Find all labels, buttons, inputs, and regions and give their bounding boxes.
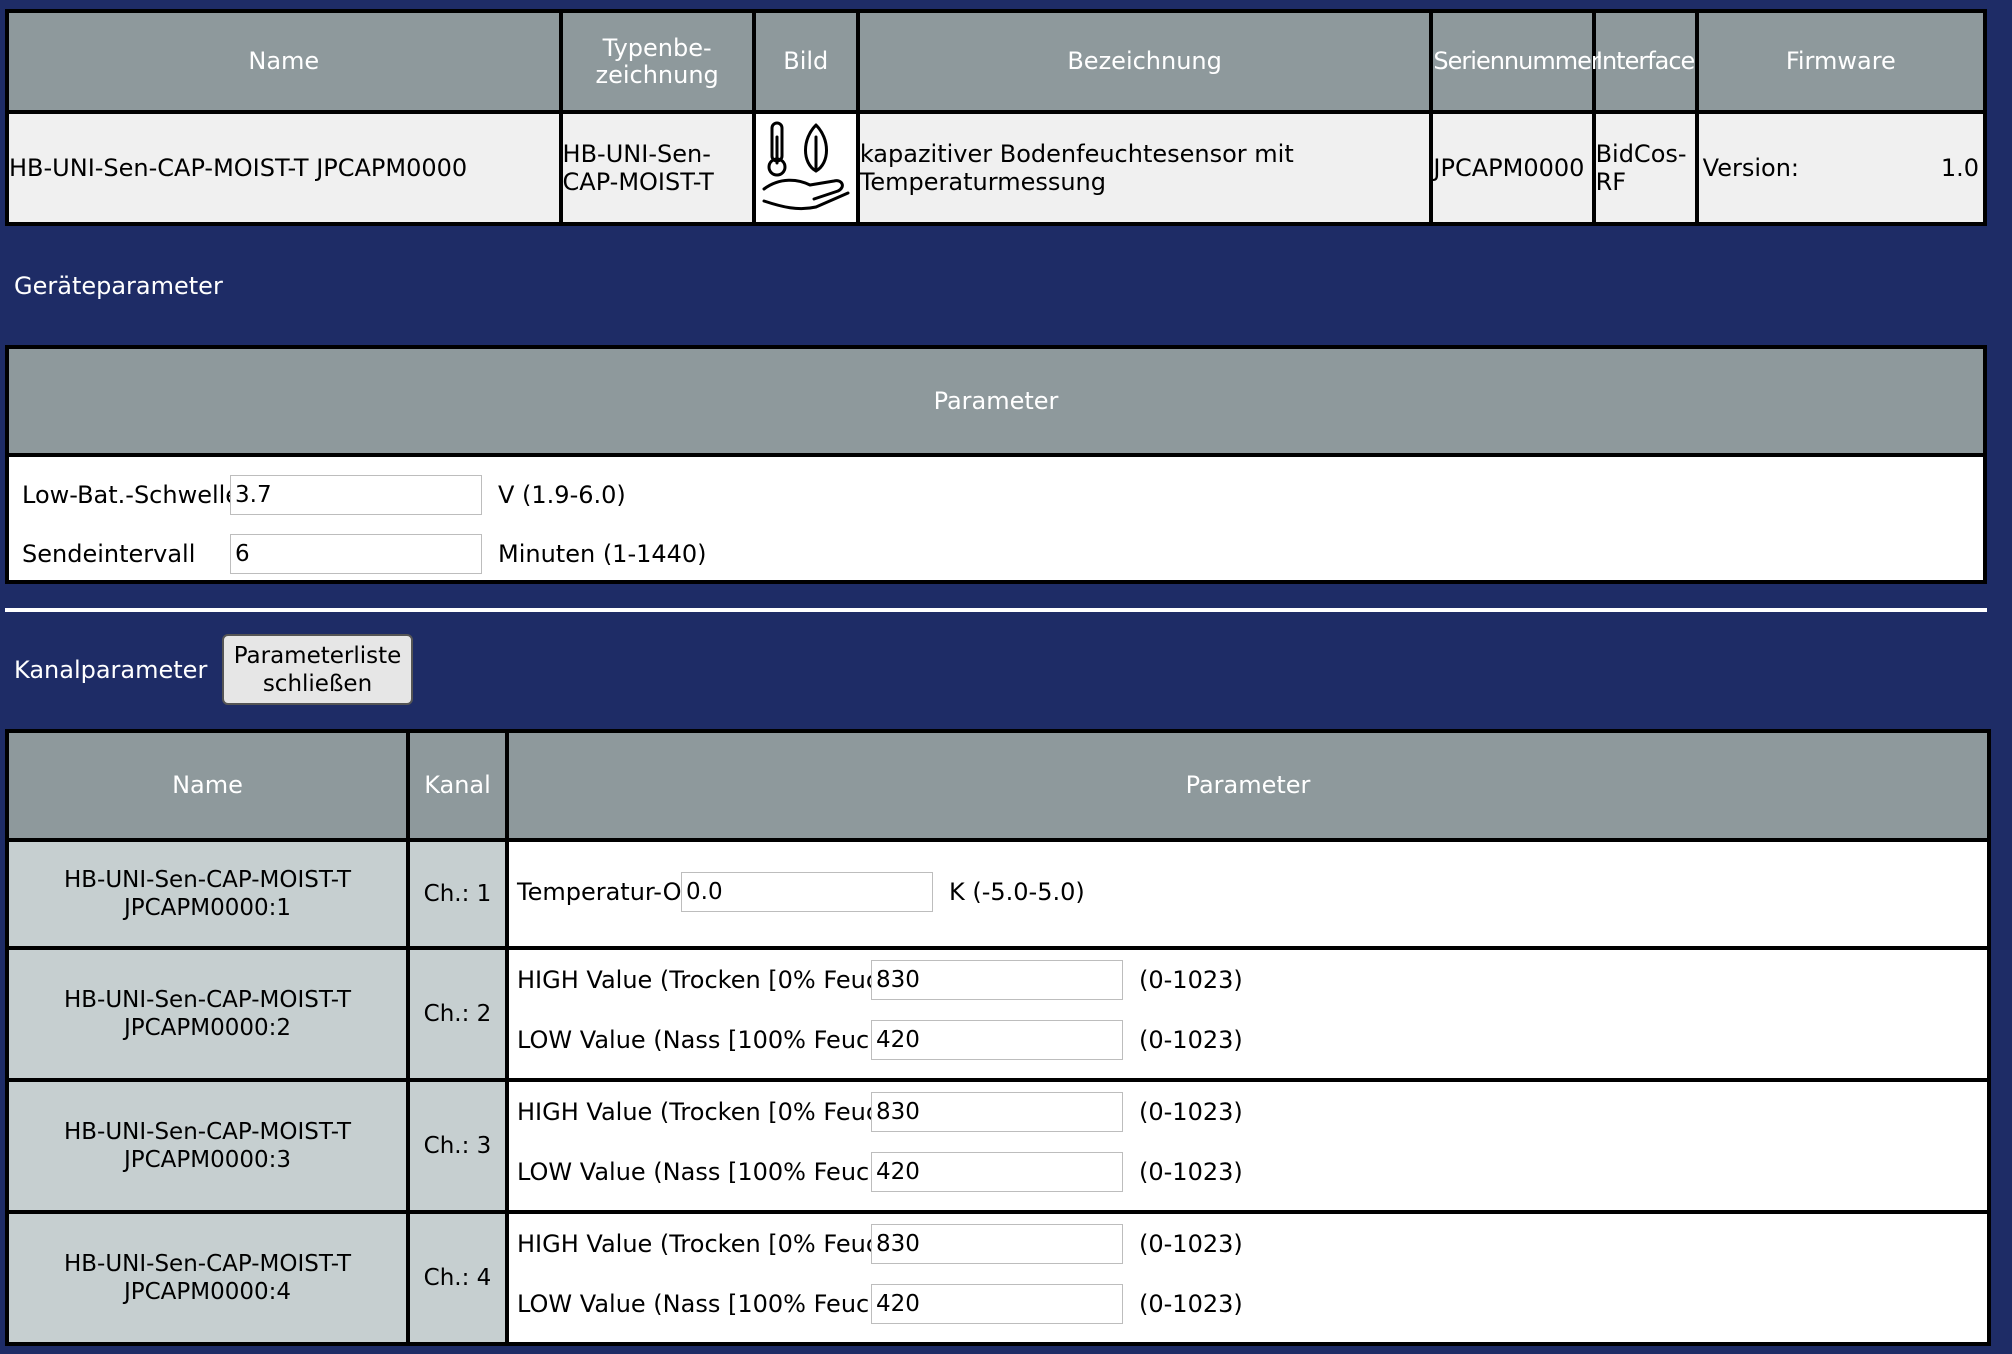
send-interval-input[interactable] <box>230 534 482 574</box>
param-unit: (0-1023) <box>1139 1098 1243 1126</box>
param-label: LOW Value (Nass [100% Feuchte]) <box>517 1290 928 1318</box>
low-value-input[interactable] <box>871 1020 1123 1060</box>
col-header-channel: Kanal <box>406 729 509 842</box>
device-firmware: Version: 1.0 <box>1694 110 1988 226</box>
firmware-version: 1.0 <box>1940 154 1979 182</box>
device-name: HB-UNI-Sen-CAP-MOIST-T JPCAPM0000 <box>5 110 563 226</box>
channel-name-line1: HB-UNI-Sen-CAP-MOIST-T <box>63 867 352 893</box>
param-unit: (0-1023) <box>1139 1290 1243 1318</box>
col-header-channel-name: Name <box>5 729 410 842</box>
col-header-serial: Seriennummer <box>1429 9 1601 114</box>
param-unit: (0-1023) <box>1139 1026 1243 1054</box>
high-value-input[interactable] <box>871 1092 1123 1132</box>
device-image-cell <box>751 110 860 226</box>
channel-number: Ch.: 4 <box>406 1210 509 1346</box>
device-type: HB-UNI-Sen-CAP-MOIST-T <box>558 110 756 226</box>
col-header-interface: Interface <box>1591 9 1699 114</box>
param-row-high-value: HIGH Value (Trocken [0% Feuchte]) (0-102… <box>509 1092 1987 1132</box>
temp-offset-input[interactable] <box>681 872 933 912</box>
device-params-title: Geräteparameter <box>14 272 223 300</box>
param-label: LOW Value (Nass [100% Feuchte]) <box>517 1026 928 1054</box>
param-label: Sendeintervall <box>22 540 196 568</box>
channel-row-1: HB-UNI-Sen-CAP-MOIST-T JPCAPM0000:1 Ch.:… <box>5 838 1991 950</box>
device-row: HB-UNI-Sen-CAP-MOIST-T JPCAPM0000 HB-UNI… <box>5 110 1988 226</box>
channel-params-cell: Temperatur-Offset K (-5.0-5.0) <box>505 838 1991 950</box>
channel-params-cell: HIGH Value (Trocken [0% Feuchte]) (0-102… <box>505 1210 1991 1346</box>
device-params-table: Parameter Low-Bat.-Schwelle V (1.9-6.0) … <box>5 345 1987 584</box>
channel-params-table: Name Kanal Parameter HB-UNI-Sen-CAP-MOIS… <box>5 729 1991 1346</box>
channel-name: HB-UNI-Sen-CAP-MOIST-T JPCAPM0000:4 <box>5 1210 410 1346</box>
channel-name: HB-UNI-Sen-CAP-MOIST-T JPCAPM0000:3 <box>5 1078 410 1214</box>
channel-name-line2: JPCAPM0000:3 <box>123 1147 292 1173</box>
high-value-input[interactable] <box>871 1224 1123 1264</box>
param-unit: (0-1023) <box>1139 1158 1243 1186</box>
low-value-input[interactable] <box>871 1152 1123 1192</box>
device-info-table: Name Typenbe- zeichnung Bild Bezeichnung… <box>5 9 1988 226</box>
channel-name-line2: JPCAPM0000:1 <box>123 895 292 921</box>
param-row-low-value: LOW Value (Nass [100% Feuchte]) (0-1023) <box>509 1152 1987 1192</box>
channel-row-2: HB-UNI-Sen-CAP-MOIST-T JPCAPM0000:2 Ch.:… <box>5 946 1991 1082</box>
channel-number: Ch.: 1 <box>406 838 509 950</box>
param-unit: K (-5.0-5.0) <box>949 878 1085 906</box>
high-value-input[interactable] <box>871 960 1123 1000</box>
channel-name-line1: HB-UNI-Sen-CAP-MOIST-T <box>63 1119 352 1145</box>
channel-params-title: Kanalparameter <box>14 656 208 684</box>
channel-number: Ch.: 2 <box>406 946 509 1082</box>
col-header-parameter: Parameter <box>5 345 1987 457</box>
param-unit: Minuten (1-1440) <box>498 540 707 568</box>
param-unit: V (1.9-6.0) <box>498 481 626 509</box>
param-row-low-value: LOW Value (Nass [100% Feuchte]) (0-1023) <box>509 1020 1987 1060</box>
col-header-description: Bezeichnung <box>855 9 1434 114</box>
device-description: kapazitiver Bodenfeuchtesensor mit Tempe… <box>855 110 1434 226</box>
channel-name: HB-UNI-Sen-CAP-MOIST-T JPCAPM0000:1 <box>5 838 410 950</box>
col-header-type: Typenbe- zeichnung <box>558 9 756 114</box>
channel-params-cell: HIGH Value (Trocken [0% Feuchte]) (0-102… <box>505 1078 1991 1214</box>
device-interface: BidCos-RF <box>1591 110 1699 226</box>
section-divider <box>5 608 1987 612</box>
col-header-channel-parameter: Parameter <box>505 729 1991 842</box>
col-header-name: Name <box>5 9 563 114</box>
param-row-low-value: LOW Value (Nass [100% Feuchte]) (0-1023) <box>509 1284 1987 1324</box>
low-bat-threshold-input[interactable] <box>230 475 482 515</box>
col-header-image: Bild <box>751 9 860 114</box>
close-param-list-button[interactable]: Parameterliste schließen <box>222 634 413 705</box>
device-serial: JPCAPM0000 <box>1429 110 1596 226</box>
param-label: LOW Value (Nass [100% Feuchte]) <box>517 1158 928 1186</box>
channel-name: HB-UNI-Sen-CAP-MOIST-T JPCAPM0000:2 <box>5 946 410 1082</box>
channel-name-line1: HB-UNI-Sen-CAP-MOIST-T <box>63 1251 352 1277</box>
channel-row-3: HB-UNI-Sen-CAP-MOIST-T JPCAPM0000:3 Ch.:… <box>5 1078 1991 1214</box>
param-row-low-bat: Low-Bat.-Schwelle V (1.9-6.0) <box>9 475 1983 515</box>
param-row-high-value: HIGH Value (Trocken [0% Feuchte]) (0-102… <box>509 1224 1987 1264</box>
firmware-label: Version: <box>1702 154 1799 182</box>
param-row-temp-offset: Temperatur-Offset K (-5.0-5.0) <box>509 872 1987 912</box>
channel-name-line1: HB-UNI-Sen-CAP-MOIST-T <box>63 987 352 1013</box>
param-unit: (0-1023) <box>1139 1230 1243 1258</box>
param-row-send-interval: Sendeintervall Minuten (1-1440) <box>9 534 1983 574</box>
param-unit: (0-1023) <box>1139 966 1243 994</box>
channel-name-line2: JPCAPM0000:4 <box>123 1279 292 1305</box>
param-row-high-value: HIGH Value (Trocken [0% Feuchte]) (0-102… <box>509 960 1987 1000</box>
low-value-input[interactable] <box>871 1284 1123 1324</box>
channel-number: Ch.: 3 <box>406 1078 509 1214</box>
device-params-cell: Low-Bat.-Schwelle V (1.9-6.0) Sendeinter… <box>5 453 1987 584</box>
channel-params-cell: HIGH Value (Trocken [0% Feuchte]) (0-102… <box>505 946 1991 1082</box>
col-header-firmware: Firmware <box>1694 9 1988 114</box>
channel-row-4: HB-UNI-Sen-CAP-MOIST-T JPCAPM0000:4 Ch.:… <box>5 1210 1991 1346</box>
soil-moisture-sensor-icon <box>758 115 854 221</box>
param-label: Low-Bat.-Schwelle <box>22 481 241 509</box>
channel-name-line2: JPCAPM0000:2 <box>123 1015 292 1041</box>
